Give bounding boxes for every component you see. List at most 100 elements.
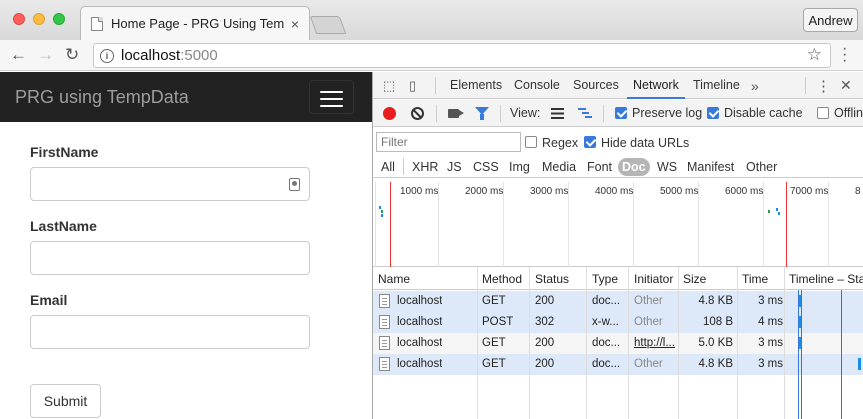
contact-card-icon[interactable]: [289, 178, 300, 191]
close-window-button[interactable]: [13, 13, 25, 25]
url-host: localhost: [121, 47, 181, 64]
type-filter-all[interactable]: All: [377, 158, 399, 176]
type-filter-xhr[interactable]: XHR: [408, 158, 442, 176]
filter-icon[interactable]: [475, 107, 489, 120]
column-divider: [784, 267, 785, 419]
reload-icon[interactable]: ↻: [65, 45, 79, 65]
overview-load-marker: [786, 182, 787, 267]
tab-console[interactable]: Console: [508, 72, 566, 99]
type-filter-js[interactable]: JS: [443, 158, 466, 176]
cell-method: GET: [482, 337, 506, 349]
maximize-window-button[interactable]: [53, 13, 65, 25]
capture-screenshots-icon[interactable]: [448, 109, 464, 118]
overview-tick-label: 3000 ms: [530, 186, 569, 197]
large-rows-icon[interactable]: [551, 108, 564, 119]
column-header-timeline[interactable]: Timeline – Start: [789, 272, 863, 286]
hide-data-urls-checkbox[interactable]: [584, 136, 596, 148]
overview-tick-label: 8: [855, 186, 861, 197]
cell-name[interactable]: localhost: [397, 316, 442, 328]
preserve-log-checkbox[interactable]: [615, 107, 627, 119]
tab-timeline[interactable]: Timeline: [687, 72, 746, 99]
tab-elements[interactable]: Elements: [444, 72, 508, 99]
waterfall-domcontent-marker: [798, 290, 799, 419]
offline-checkbox[interactable]: [817, 107, 829, 119]
record-icon[interactable]: [383, 107, 396, 120]
regex-label: Regex: [542, 136, 579, 150]
type-filter-css[interactable]: CSS: [469, 158, 503, 176]
last-name-input[interactable]: [30, 241, 310, 275]
email-input[interactable]: [30, 315, 310, 349]
address-bar[interactable]: i localhost :5000 ☆: [93, 43, 831, 68]
inspect-element-icon[interactable]: ⬚: [383, 78, 395, 94]
regex-checkbox[interactable]: [525, 136, 537, 148]
table-row[interactable]: localhost GET 200 doc... http://l... 5.0 KB 3 …: [373, 333, 863, 354]
cell-initiator[interactable]: Other: [634, 316, 676, 328]
clear-icon[interactable]: [411, 107, 424, 120]
empty-row: [373, 396, 863, 417]
tab-network[interactable]: Network: [627, 72, 685, 99]
cell-initiator[interactable]: Other: [634, 358, 676, 370]
type-filter-media[interactable]: Media: [538, 158, 580, 176]
filter-input[interactable]: [376, 132, 521, 152]
browser-tab-active[interactable]: Home Page - PRG Using TempData ×: [80, 6, 310, 40]
disable-cache-checkbox[interactable]: [707, 107, 719, 119]
column-header-initiator[interactable]: Initiator: [634, 272, 673, 286]
cell-initiator[interactable]: Other: [634, 295, 676, 307]
overview-load-marker: [390, 182, 391, 267]
column-header-size[interactable]: Size: [683, 272, 706, 286]
new-tab-button[interactable]: [309, 16, 347, 34]
cell-name[interactable]: localhost: [397, 358, 442, 370]
type-filter-img[interactable]: Img: [505, 158, 534, 176]
waterfall-load-marker: [801, 290, 802, 419]
column-header-name[interactable]: Name: [378, 272, 410, 286]
cell-name[interactable]: localhost: [397, 337, 442, 349]
cell-type: doc...: [592, 295, 621, 307]
disable-cache-label: Disable cache: [724, 106, 803, 120]
table-row[interactable]: localhost POST 302 x-w... Other 108 B 4 ms: [373, 312, 863, 333]
cell-time: 4 ms: [758, 316, 783, 328]
column-divider: [678, 267, 679, 419]
column-divider: [477, 267, 478, 419]
submit-button[interactable]: Submit: [30, 384, 101, 418]
document-icon: [379, 357, 390, 371]
forward-arrow-icon[interactable]: →: [37, 45, 54, 65]
type-filter-other[interactable]: Other: [742, 158, 781, 176]
network-overview[interactable]: 1000 ms 2000 ms 3000 ms 4000 ms 5000 ms …: [373, 182, 863, 267]
column-header-status[interactable]: Status: [535, 272, 569, 286]
minimize-window-button[interactable]: [33, 13, 45, 25]
bookmark-star-icon[interactable]: ☆: [807, 45, 822, 65]
tab-close-icon[interactable]: ×: [291, 16, 299, 32]
device-toolbar-icon[interactable]: ▯: [409, 78, 416, 94]
cell-time: 3 ms: [758, 337, 783, 349]
tab-sources[interactable]: Sources: [567, 72, 625, 99]
type-filter-ws[interactable]: WS: [653, 158, 681, 176]
hamburger-menu-button[interactable]: [309, 80, 354, 114]
overview-waterfall-icon[interactable]: [578, 108, 592, 119]
close-devtools-icon[interactable]: ✕: [840, 77, 852, 94]
info-icon[interactable]: i: [100, 48, 114, 63]
tab-title: Home Page - PRG Using TempData: [111, 16, 285, 31]
table-row[interactable]: localhost GET 200 doc... Other 4.8 KB 3 ms: [373, 354, 863, 375]
type-filter-manifest[interactable]: Manifest: [683, 158, 738, 176]
type-filter-font[interactable]: Font: [583, 158, 616, 176]
site-brand[interactable]: PRG using TempData: [15, 87, 189, 108]
table-row[interactable]: localhost GET 200 doc... Other 4.8 KB 3 ms: [373, 291, 863, 312]
cell-type: doc...: [592, 358, 621, 370]
cell-initiator[interactable]: http://l...: [634, 337, 676, 349]
column-header-method[interactable]: Method: [482, 272, 522, 286]
back-arrow-icon[interactable]: ←: [10, 45, 27, 65]
cell-name[interactable]: localhost: [397, 295, 442, 307]
profile-button[interactable]: Andrew: [803, 8, 858, 32]
type-filter-doc[interactable]: Doc: [618, 158, 650, 176]
devtools-menu-icon[interactable]: ⋮: [816, 77, 831, 95]
browser-menu-icon[interactable]: · · ·: [842, 41, 847, 69]
cell-size: 4.8 KB: [698, 295, 733, 307]
more-tabs-icon[interactable]: »: [751, 78, 759, 94]
column-header-time[interactable]: Time: [742, 272, 768, 286]
first-name-input[interactable]: [30, 167, 310, 201]
overview-grid-line: [375, 182, 376, 267]
cell-method: POST: [482, 316, 514, 328]
resource-type-filter: All XHR JS CSS Img Media Font Doc WS Man…: [373, 154, 863, 178]
toolbar-divider: [603, 105, 604, 122]
column-header-type[interactable]: Type: [592, 272, 618, 286]
